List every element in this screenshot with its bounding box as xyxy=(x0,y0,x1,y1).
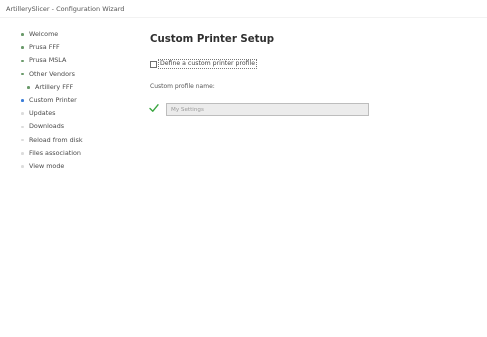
step-bullet-icon xyxy=(21,33,24,36)
sidebar-item-prusa-msla[interactable]: Prusa MSLA xyxy=(0,54,140,67)
sidebar-item-reload-from-disk[interactable]: Reload from disk xyxy=(0,134,140,147)
step-bullet-icon xyxy=(27,86,30,89)
title-divider xyxy=(0,17,487,18)
sidebar-item-label: Downloads xyxy=(29,122,65,131)
checkmark-icon xyxy=(149,104,159,112)
step-bullet-icon xyxy=(21,59,24,63)
step-bullet-icon xyxy=(21,138,24,142)
sidebar-item-label: Prusa MSLA xyxy=(29,56,67,65)
step-bullet-icon xyxy=(21,46,24,50)
sidebar-item-label: Updates xyxy=(29,109,56,118)
sidebar-item-label: Files association xyxy=(29,148,81,157)
sidebar-item-label: Prusa FFF xyxy=(29,43,60,52)
step-bullet-icon xyxy=(21,112,24,116)
sidebar-item-files-association[interactable]: Files association xyxy=(0,147,140,160)
sidebar-item-label: Welcome xyxy=(29,30,59,38)
sidebar-item-label: Other Vendors xyxy=(29,69,75,78)
page-title: Custom Printer Setup xyxy=(150,34,275,45)
define-custom-profile-checkbox[interactable] xyxy=(150,60,157,68)
sidebar-item-label: Custom Printer xyxy=(29,95,77,104)
sidebar-item-welcome[interactable]: Welcome xyxy=(0,28,140,41)
sidebar-item-downloads[interactable]: Downloads xyxy=(0,120,140,133)
step-bullet-icon xyxy=(21,99,24,102)
profile-name-label: Custom profile name: xyxy=(150,83,215,90)
sidebar-item-artillery-fff[interactable]: Artillery FFF xyxy=(0,81,140,94)
sidebar-item-prusa-fff[interactable]: Prusa FFF xyxy=(0,41,140,54)
step-bullet-icon xyxy=(21,125,24,129)
sidebar-item-label: View mode xyxy=(29,161,65,170)
sidebar-item-custom-printer[interactable]: Custom Printer xyxy=(0,94,140,107)
define-custom-profile-row[interactable]: Define a custom printer profile xyxy=(150,59,258,69)
define-custom-profile-label[interactable]: Define a custom printer profile xyxy=(158,59,258,69)
profile-name-input[interactable] xyxy=(166,103,369,116)
sidebar-item-other-vendors[interactable]: Other Vendors xyxy=(0,68,140,81)
step-bullet-icon xyxy=(21,151,24,155)
sidebar-item-label: Reload from disk xyxy=(29,135,83,144)
sidebar-item-updates[interactable]: Updates xyxy=(0,107,140,120)
wizard-sidebar: Welcome Prusa FFF Prusa MSLA Other Vendors A… xyxy=(0,28,140,173)
step-bullet-icon xyxy=(21,72,24,76)
sidebar-item-view-mode[interactable]: View mode xyxy=(0,160,140,173)
window-title: ArtillerySlicer - Configuration Wizard xyxy=(6,5,125,13)
step-bullet-icon xyxy=(21,165,24,168)
sidebar-item-label: Artillery FFF xyxy=(35,82,74,91)
